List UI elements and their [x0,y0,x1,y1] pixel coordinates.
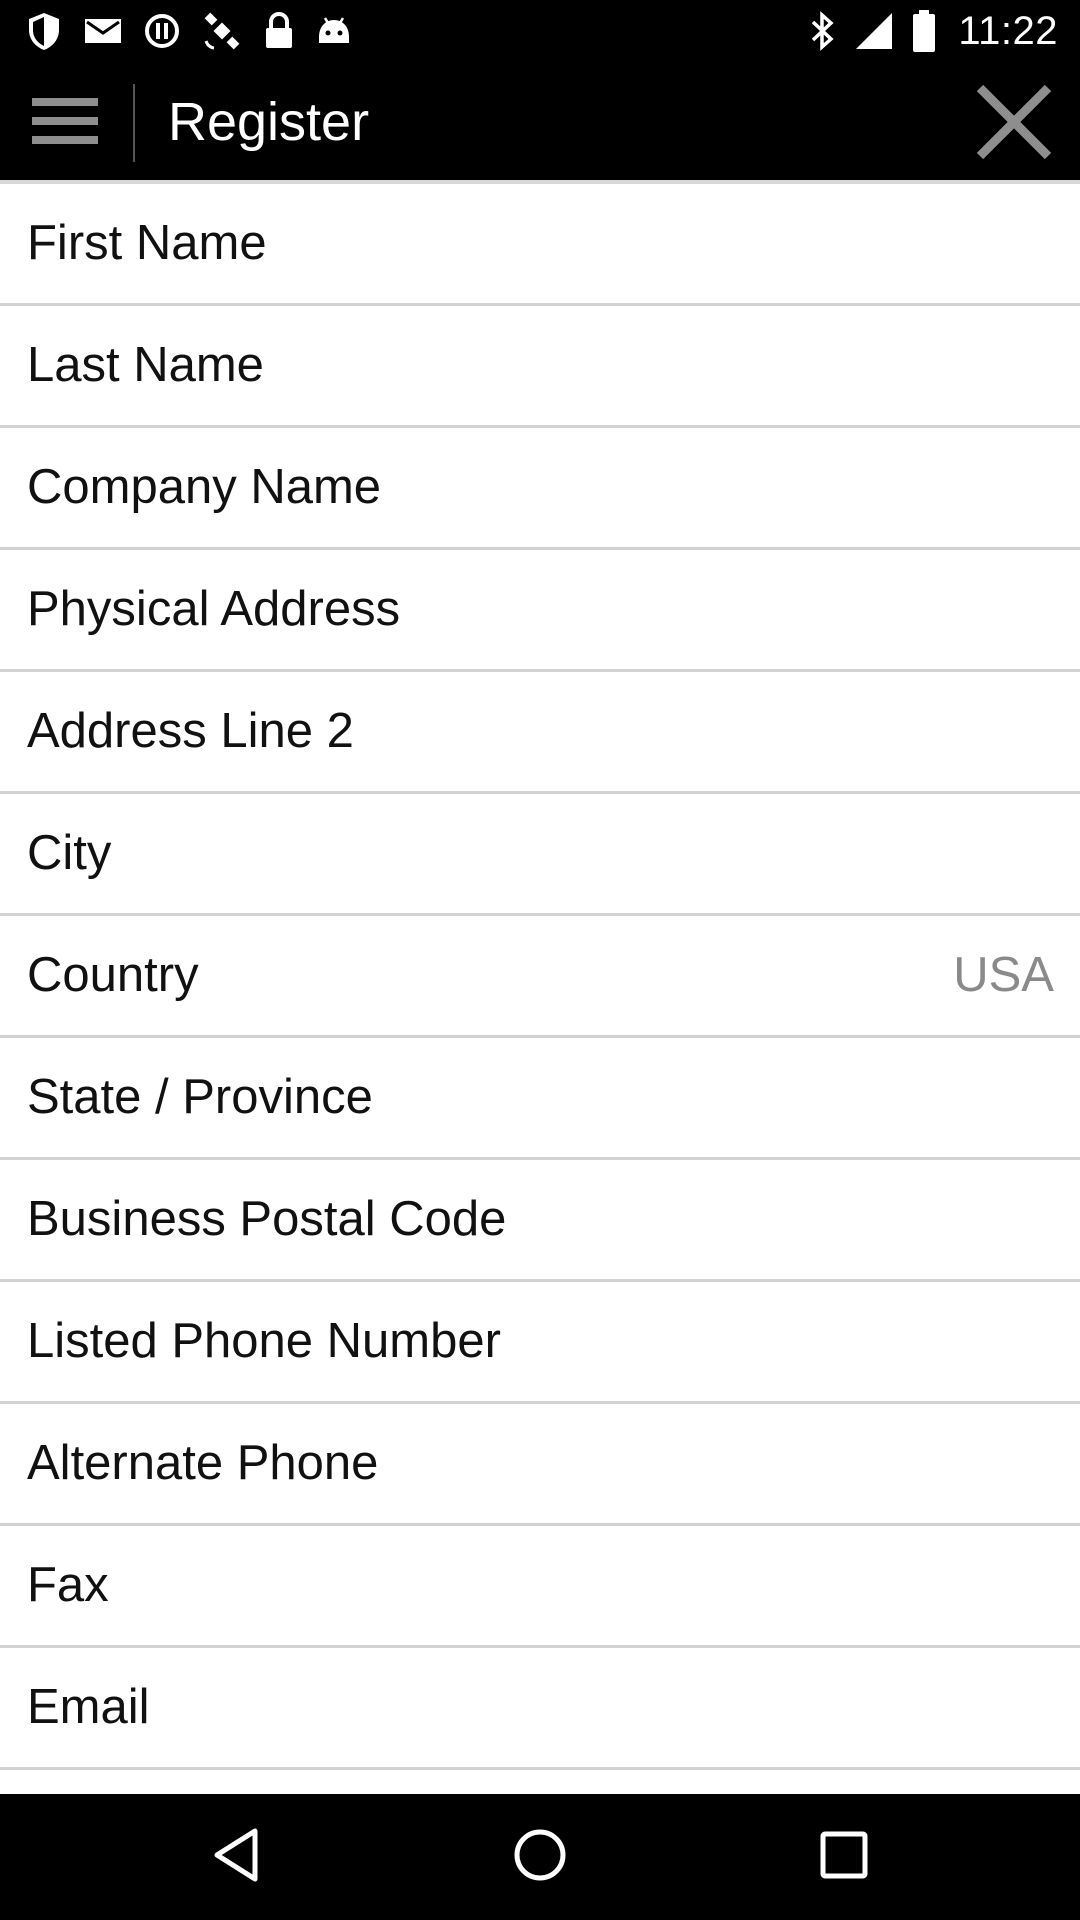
field-label: State / Province [27,1070,373,1124]
field-label: Country [27,948,199,1002]
system-nav-bar [0,1794,1080,1920]
field-label: Company Name [27,460,382,514]
home-button[interactable] [490,1822,590,1892]
app-bar-divider [133,84,135,162]
address-line-2-field[interactable]: Address Line 2 [0,672,1080,794]
close-button[interactable] [974,82,1054,162]
alternate-phone-field[interactable]: Alternate Phone [0,1404,1080,1526]
state-province-field[interactable]: State / Province [0,1038,1080,1160]
first-name-field[interactable]: First Name [0,184,1080,306]
satellite-icon [202,11,242,51]
next-field-partial[interactable] [0,1770,1080,1794]
menu-button[interactable] [24,84,108,158]
android-icon [316,13,352,49]
battery-icon [912,10,936,52]
back-button[interactable] [186,1822,286,1892]
business-postal-code-field[interactable]: Business Postal Code [0,1160,1080,1282]
field-label: Fax [27,1558,109,1612]
app-bar: Register [0,62,1080,180]
listed-phone-number-field[interactable]: Listed Phone Number [0,1282,1080,1404]
status-bar: 11:22 [0,0,1080,62]
signal-icon [854,11,894,51]
page-title: Register [168,92,370,152]
company-name-field[interactable]: Company Name [0,428,1080,550]
recents-icon [819,1830,869,1885]
field-label: Listed Phone Number [27,1314,501,1368]
field-label: Physical Address [27,582,401,636]
shield-icon [26,11,62,51]
home-icon [512,1827,568,1888]
city-field[interactable]: City [0,794,1080,916]
recents-button[interactable] [794,1822,894,1892]
field-label: First Name [27,216,267,270]
country-field[interactable]: Country USA [0,916,1080,1038]
back-icon [211,1827,261,1888]
country-value: USA [953,948,1054,1002]
field-label: City [27,826,112,880]
last-name-field[interactable]: Last Name [0,306,1080,428]
lock-icon [264,12,294,50]
register-form: First Name Last Name Company Name Physic… [0,184,1080,1794]
screen: 11:22 Register First Name Last Name Comp… [0,0,1080,1920]
menu-icon [24,98,108,144]
close-icon [974,82,1054,162]
field-label: Last Name [27,338,264,392]
field-label: Address Line 2 [27,704,354,758]
bluetooth-icon [810,11,836,51]
physical-address-field[interactable]: Physical Address [0,550,1080,672]
status-icons-left [26,10,352,52]
mail-icon [84,16,122,46]
field-label: Business Postal Code [27,1192,507,1246]
field-label: Alternate Phone [27,1436,379,1490]
field-label: Email [27,1680,150,1734]
sync-icon [144,13,180,49]
email-field[interactable]: Email [0,1648,1080,1770]
status-time: 11:22 [958,8,1058,53]
fax-field[interactable]: Fax [0,1526,1080,1648]
status-icons-right: 11:22 [810,8,1058,54]
